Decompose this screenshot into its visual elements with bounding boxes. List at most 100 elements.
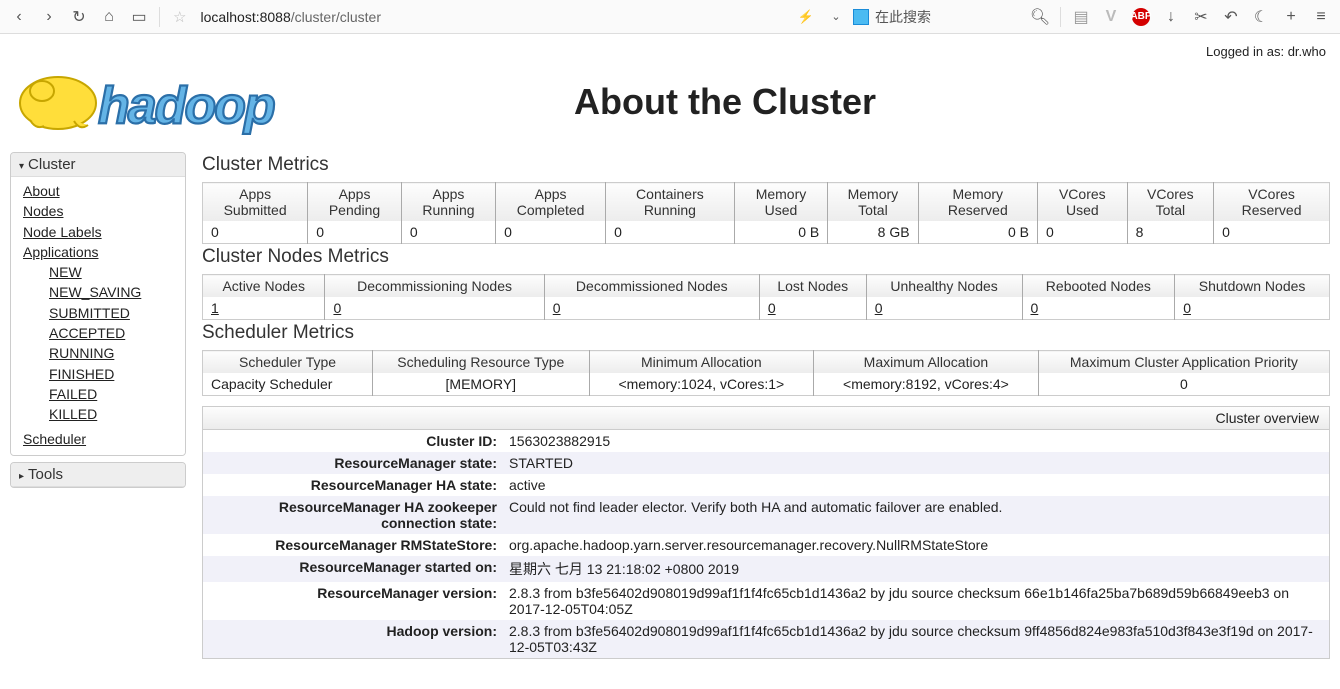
sidebar-item-appstate-finished[interactable]: FINISHED (23, 364, 185, 384)
sidebar-item-nodes[interactable]: Nodes (23, 201, 185, 221)
table-cell: 0 B (918, 221, 1037, 244)
search-icon[interactable]: 🔍︎ (1027, 4, 1053, 30)
column-header: Apps Pending (308, 183, 402, 222)
column-header: Minimum Allocation (589, 351, 814, 374)
column-header: Apps Running (401, 183, 495, 222)
column-header: Containers Running (606, 183, 735, 222)
column-header: Active Nodes (203, 275, 325, 298)
plus-icon[interactable]: + (1278, 4, 1304, 30)
metric-link[interactable]: 1 (211, 300, 219, 316)
overview-value: 1563023882915 (503, 430, 1329, 452)
column-header: Memory Used (734, 183, 827, 222)
overview-key: ResourceManager started on: (203, 556, 503, 582)
column-header: Unhealthy Nodes (866, 275, 1022, 298)
overview-key: ResourceManager HA state: (203, 474, 503, 496)
sidebar-item-appstate-new_saving[interactable]: NEW_SAVING (23, 282, 185, 302)
cluster-overview: Cluster overview Cluster ID:156302388291… (202, 406, 1330, 659)
metric-link[interactable]: 0 (768, 300, 776, 316)
login-user: dr.who (1288, 44, 1326, 59)
lightning-icon[interactable]: ⚡ (793, 4, 819, 30)
browser-toolbar: ‹ › ↻ ⌂ ▭ ☆ localhost:8088/cluster/clust… (0, 0, 1340, 34)
overview-key: Cluster ID: (203, 430, 503, 452)
metric-link[interactable]: 0 (875, 300, 883, 316)
cluster-metrics-heading: Cluster Metrics (202, 154, 1330, 176)
overview-key: Hadoop version: (203, 620, 503, 658)
login-info: Logged in as: dr.who (10, 38, 1330, 59)
column-header: VCores Reserved (1214, 183, 1330, 222)
overview-key: ResourceManager RMStateStore: (203, 534, 503, 556)
column-header: Decommissioned Nodes (544, 275, 759, 298)
cluster-metrics-table: Apps SubmittedApps PendingApps RunningAp… (202, 182, 1330, 244)
column-header: Memory Reserved (918, 183, 1037, 222)
sidebar-item-about[interactable]: About (23, 181, 185, 201)
reload-icon[interactable]: ↻ (66, 4, 92, 30)
table-cell: 0 (544, 297, 759, 320)
sidebar-item-appstate-new[interactable]: NEW (23, 262, 185, 282)
extension-icon[interactable]: ▤ (1068, 4, 1094, 30)
overview-value: active (503, 474, 1329, 496)
separator (159, 7, 160, 27)
sidebar-item-scheduler[interactable]: Scheduler (23, 429, 185, 449)
url-host: localhost:8088 (200, 9, 290, 25)
table-cell: 0 (1038, 373, 1329, 396)
table-cell: <memory:1024, vCores:1> (589, 373, 814, 396)
search-placeholder: 在此搜索 (875, 7, 931, 27)
sidebar-item-appstate-submitted[interactable]: SUBMITTED (23, 303, 185, 323)
table-cell: 0 B (734, 221, 827, 244)
page-title: About the Cluster (120, 81, 1330, 123)
overview-key: ResourceManager HA zookeeper connection … (203, 496, 503, 534)
table-cell: 0 (1038, 221, 1128, 244)
overview-value: 2.8.3 from b3fe56402d908019d99af1f1f4fc6… (503, 582, 1329, 620)
scissors-icon[interactable]: ✂ (1188, 4, 1214, 30)
caret-down-icon: ▾ (19, 161, 24, 172)
metric-link[interactable]: 0 (1031, 300, 1039, 316)
overview-key: ResourceManager version: (203, 582, 503, 620)
sidebar-item-appstate-accepted[interactable]: ACCEPTED (23, 323, 185, 343)
table-cell: 0 (866, 297, 1022, 320)
column-header: Apps Submitted (203, 183, 308, 222)
home-icon[interactable]: ⌂ (96, 4, 122, 30)
sidebar-item-applications[interactable]: Applications (23, 242, 185, 262)
undo-icon[interactable]: ↶ (1218, 4, 1244, 30)
chevron-down-icon[interactable]: ⌄ (823, 4, 849, 30)
column-header: VCores Used (1038, 183, 1128, 222)
table-cell: 0 (308, 221, 402, 244)
column-header: Rebooted Nodes (1022, 275, 1175, 298)
metric-link[interactable]: 0 (1183, 300, 1191, 316)
v-icon[interactable]: V (1098, 4, 1124, 30)
caret-right-icon: ▸ (19, 471, 24, 482)
scheduler-metrics-heading: Scheduler Metrics (202, 322, 1330, 344)
url-path: /cluster/cluster (291, 9, 381, 25)
column-header: Lost Nodes (759, 275, 866, 298)
search-box[interactable]: 在此搜索 (853, 7, 1023, 27)
address-bar[interactable]: ☆ localhost:8088/cluster/cluster (167, 8, 789, 26)
table-cell: 1 (203, 297, 325, 320)
forward-icon[interactable]: › (36, 4, 62, 30)
overview-value: 星期六 七月 13 21:18:02 +0800 2019 (503, 556, 1329, 582)
bookmark-star-icon[interactable]: ☆ (173, 8, 186, 26)
search-engine-icon (853, 9, 869, 25)
sidebar-section-tools[interactable]: ▸Tools (11, 463, 185, 487)
adblock-icon[interactable]: ABP (1128, 4, 1154, 30)
metric-link[interactable]: 0 (333, 300, 341, 316)
column-header: Scheduling Resource Type (373, 351, 589, 374)
sidebar-item-node-labels[interactable]: Node Labels (23, 222, 185, 242)
separator (1060, 7, 1061, 27)
moon-icon[interactable]: ☾ (1248, 4, 1274, 30)
overview-value: 2.8.3 from b3fe56402d908019d99af1f1f4fc6… (503, 620, 1329, 658)
sidebar-section-cluster[interactable]: ▾Cluster (11, 153, 185, 177)
download-icon[interactable]: ↓ (1158, 4, 1184, 30)
table-cell: 0 (606, 221, 735, 244)
sidebar-item-appstate-failed[interactable]: FAILED (23, 384, 185, 404)
reader-icon[interactable]: ▭ (126, 4, 152, 30)
menu-icon[interactable]: ≡ (1308, 4, 1334, 30)
sidebar-item-appstate-running[interactable]: RUNNING (23, 343, 185, 363)
overview-key: ResourceManager state: (203, 452, 503, 474)
table-cell: 0 (1175, 297, 1330, 320)
overview-value: org.apache.hadoop.yarn.server.resourcema… (503, 534, 1329, 556)
sidebar-item-appstate-killed[interactable]: KILLED (23, 404, 185, 424)
table-cell: 0 (759, 297, 866, 320)
back-icon[interactable]: ‹ (6, 4, 32, 30)
metric-link[interactable]: 0 (553, 300, 561, 316)
table-cell: 8 (1127, 221, 1213, 244)
